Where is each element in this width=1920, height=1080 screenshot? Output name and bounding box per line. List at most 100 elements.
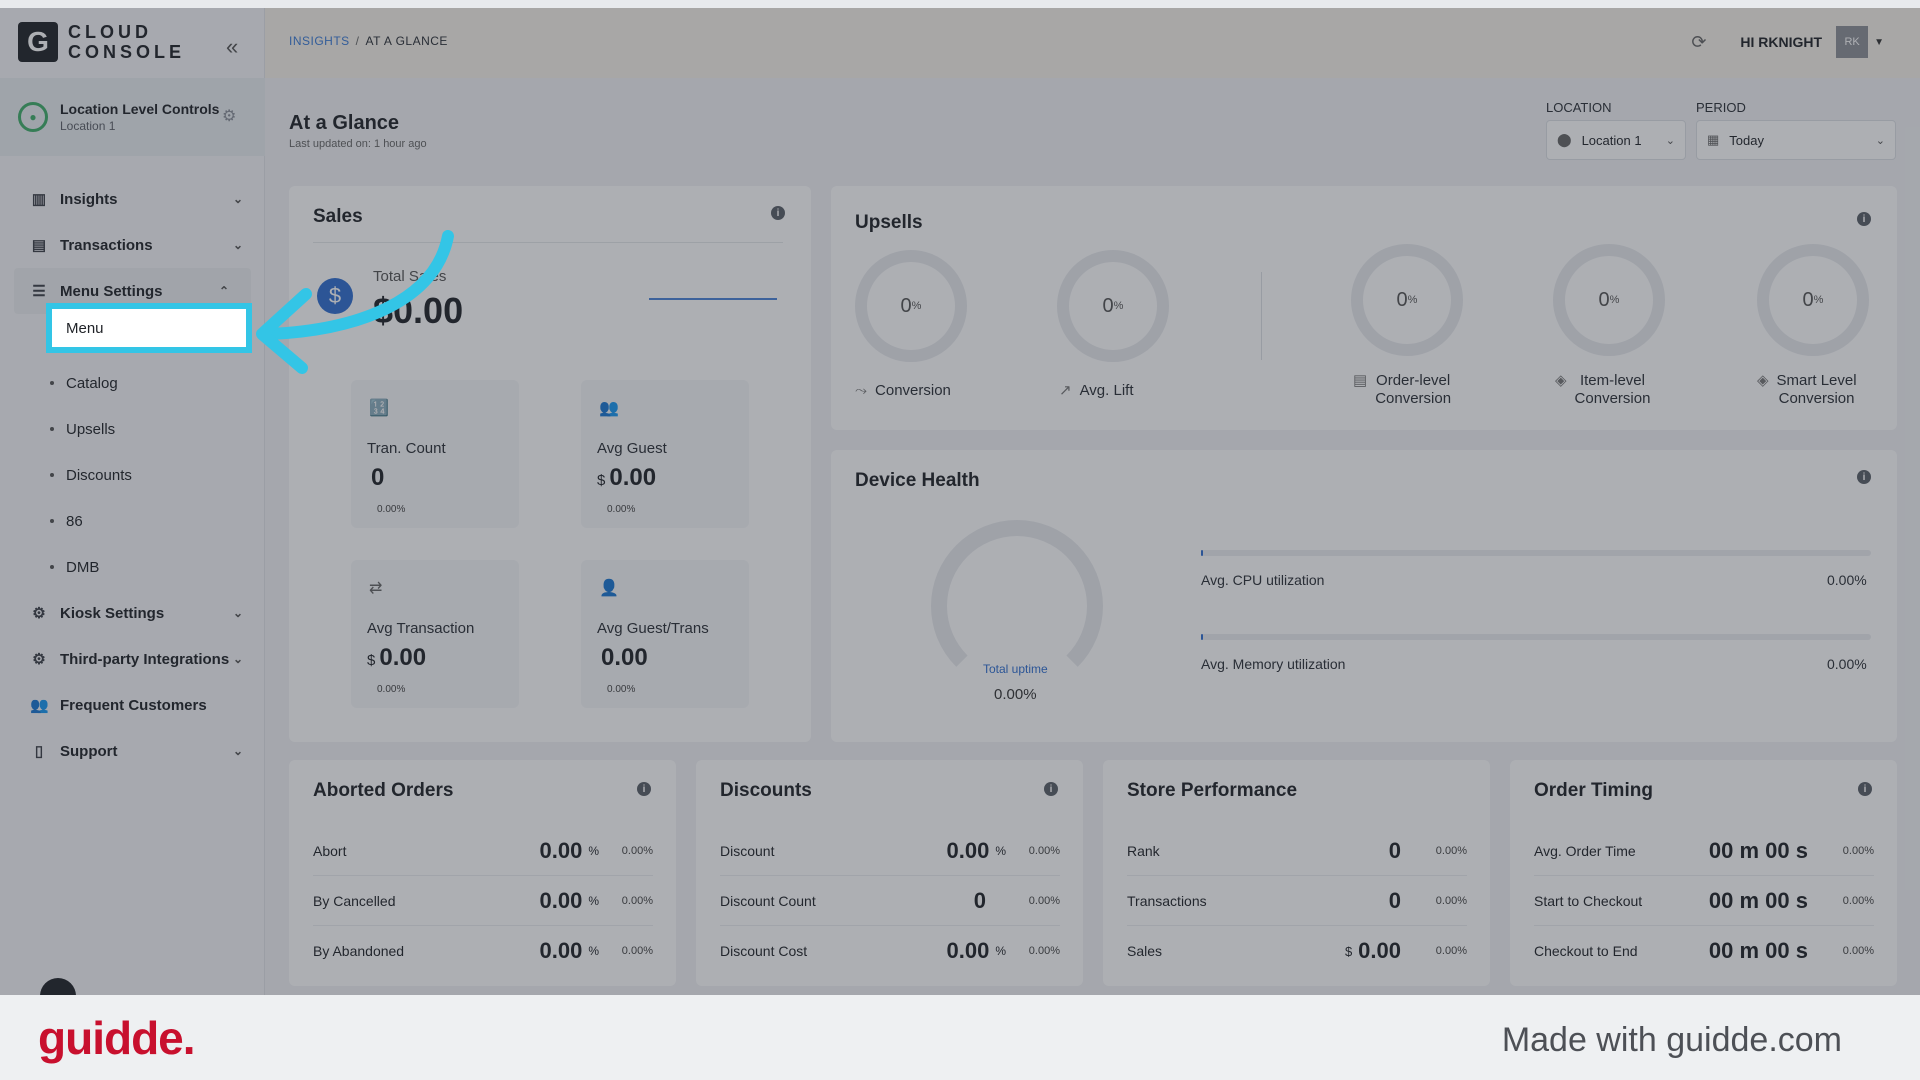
sidebar-subitem-upsells[interactable]: Upsells <box>0 406 265 452</box>
order-level-label: ▤ Order-level Conversion <box>1353 372 1452 407</box>
sidebar-subitem-catalog[interactable]: Catalog <box>0 360 265 406</box>
logo-line1: CLOUD <box>68 22 152 42</box>
info-icon[interactable]: i <box>1857 212 1871 226</box>
lift-icon: ↗ <box>1059 382 1072 399</box>
item-level-label: ◈ Item-level Conversion <box>1555 372 1651 407</box>
sidebar-item-support[interactable]: ▯ Support ⌄ <box>0 728 265 774</box>
location-level-controls[interactable]: ● Location Level Controls Location 1 ⚙ <box>0 78 265 156</box>
info-icon[interactable]: i <box>771 206 785 220</box>
location-pin-icon: ● <box>18 102 48 132</box>
location-control-subtitle: Location 1 <box>60 119 116 133</box>
cpu-label: Avg. CPU utilization <box>1201 572 1325 588</box>
sidebar-item-transactions[interactable]: ▤ Transactions ⌄ <box>0 222 265 268</box>
box-icon: ◈ <box>1555 372 1567 389</box>
breadcrumb: INSIGHTS / AT A GLANCE <box>289 34 448 48</box>
sales-title: Sales <box>313 206 363 227</box>
chevron-down-icon: ⌄ <box>1665 134 1675 147</box>
sidebar-nav: ▥ Insights ⌄ ▤ Transactions ⌄ ☰ Menu Set… <box>0 176 265 774</box>
avg-lift-ring: 0% <box>1057 250 1169 362</box>
smart-level-label: ◈ Smart Level Conversion <box>1757 372 1857 407</box>
table-row: By Cancelled 0.00% 0.00% <box>313 876 653 926</box>
page-title: At a Glance <box>289 112 400 134</box>
sidebar-item-third-party-integrations[interactable]: ⚙ Third-party Integrations ⌄ <box>0 636 265 682</box>
info-icon[interactable]: i <box>637 782 651 796</box>
uptime-value: 0.00% <box>994 686 1037 703</box>
conversion-label: ⤳ Conversion <box>855 382 951 399</box>
logo-mark: G <box>18 22 58 62</box>
gear-icon: ⚙ <box>32 651 46 668</box>
guidde-logo: guidde. <box>38 1012 196 1064</box>
avg-transaction-tile: ⇄ Avg Transaction $0.00 0.00% <box>351 560 519 708</box>
item-level-ring: 0% <box>1553 244 1665 356</box>
info-icon[interactable]: i <box>1857 470 1871 484</box>
conversion-ring: 0% <box>855 250 967 362</box>
period-filter-label: PERIOD <box>1696 100 1746 115</box>
chevron-up-icon: ⌃ <box>218 284 229 298</box>
sidebar-subitem-86[interactable]: 86 <box>0 498 265 544</box>
chevron-down-icon: ⌄ <box>232 744 243 758</box>
location-select[interactable]: ⬤ Location 1 ⌄ <box>1546 120 1686 160</box>
table-row: Discount 0.00% 0.00% <box>720 826 1060 876</box>
sidebar-subitem-dmb[interactable]: DMB <box>0 544 265 590</box>
device-health-title: Device Health <box>855 470 980 491</box>
store-performance-card: Store Performance Rank 0 0.00% Transaction… <box>1103 760 1490 986</box>
app-window: G CLOUD CONSOLE « ● Location Level Contr… <box>0 8 1920 995</box>
sidebar-subitem-discounts[interactable]: Discounts <box>0 452 265 498</box>
sidebar-item-frequent-customers[interactable]: 👥 Frequent Customers <box>0 682 265 728</box>
cpu-bar <box>1201 550 1871 556</box>
cpu-value: 0.00% <box>1827 572 1867 588</box>
last-updated: Last updated on: 1 hour ago <box>289 138 427 150</box>
chat-bubble-icon[interactable] <box>40 978 76 995</box>
upsells-card: Upsells i 0% ⤳ Conversion 0% ↗ Avg. Lift 0… <box>831 186 1897 430</box>
logo[interactable]: G CLOUD CONSOLE <box>18 22 185 62</box>
period-select[interactable]: ▦ Today ⌄ <box>1696 120 1896 160</box>
memory-bar <box>1201 634 1871 640</box>
chevron-down-icon: ⌄ <box>232 652 243 666</box>
breadcrumb-insights[interactable]: INSIGHTS <box>289 34 350 48</box>
order-level-ring: 0% <box>1351 244 1463 356</box>
gear-icon: ⚙ <box>32 605 46 622</box>
location-filter-label: LOCATION <box>1546 100 1612 115</box>
memory-value: 0.00% <box>1827 656 1867 672</box>
footer: guidde. Made with guidde.com <box>0 995 1920 1080</box>
sales-sparkline <box>649 298 777 300</box>
uptime-label: Total uptime <box>983 662 1048 676</box>
made-with-text: Made with guidde.com <box>1501 1021 1842 1059</box>
gear-icon[interactable]: ⚙ <box>222 106 236 126</box>
aborted-orders-card: Aborted Orders i Abort 0.00% 0.00% By Canc… <box>289 760 676 986</box>
order-timing-card: Order Timing i Avg. Order Time 00 m 00 s0… <box>1510 760 1897 986</box>
sidebar: G CLOUD CONSOLE « ● Location Level Contr… <box>0 8 265 995</box>
avg-guest-trans-tile: 👤 Avg Guest/Trans 0.00 0.00% <box>581 560 749 708</box>
table-row: Checkout to End 00 m 00 s 0.00% <box>1534 938 1874 963</box>
location-pin-icon: ⬤ <box>1557 132 1572 147</box>
sidebar-item-insights[interactable]: ▥ Insights ⌄ <box>0 176 265 222</box>
collapse-sidebar-icon[interactable]: « <box>226 34 238 60</box>
refresh-icon[interactable]: ⟳ <box>1691 32 1706 53</box>
top-bar: INSIGHTS / AT A GLANCE ⟳ HI RKNIGHT RK ▼ <box>265 8 1920 78</box>
caret-down-icon[interactable]: ▼ <box>1874 37 1884 48</box>
info-icon[interactable]: i <box>1858 782 1872 796</box>
info-icon[interactable]: i <box>1044 782 1058 796</box>
guest-list-icon: 👤 <box>599 580 619 597</box>
menu-settings-icon: ☰ <box>32 283 46 300</box>
user-greeting[interactable]: HI RKNIGHT <box>1740 34 1822 50</box>
support-icon: ▯ <box>34 743 44 760</box>
chevron-down-icon: ⌄ <box>232 192 243 206</box>
table-row: Abort 0.00% 0.00% <box>313 826 653 876</box>
avg-guest-tile: 👥 Avg Guest $0.00 0.00% <box>581 380 749 528</box>
breadcrumb-current: AT A GLANCE <box>365 34 448 48</box>
users-icon: 👥 <box>30 697 49 714</box>
chevron-down-icon: ⌄ <box>1875 134 1885 147</box>
swap-arrows-icon: ⇄ <box>369 580 383 597</box>
tran-count-tile: 🔢 Tran. Count 0 0.00% <box>351 380 519 528</box>
avg-lift-label: ↗ Avg. Lift <box>1059 382 1134 399</box>
sidebar-item-kiosk-settings[interactable]: ⚙ Kiosk Settings ⌄ <box>0 590 265 636</box>
table-row: Transactions 0 0.00% <box>1127 876 1467 926</box>
box-icon: ◈ <box>1757 372 1769 389</box>
table-row: By Abandoned 0.00% 0.00% <box>313 938 653 963</box>
sidebar-subitem-menu[interactable]: Menu <box>46 303 252 353</box>
tutorial-arrow-icon <box>256 230 454 374</box>
receipt-icon: ▤ <box>31 237 47 254</box>
avatar[interactable]: RK <box>1836 26 1869 58</box>
table-row: Avg. Order Time 00 m 00 s 0.00% <box>1534 826 1874 876</box>
